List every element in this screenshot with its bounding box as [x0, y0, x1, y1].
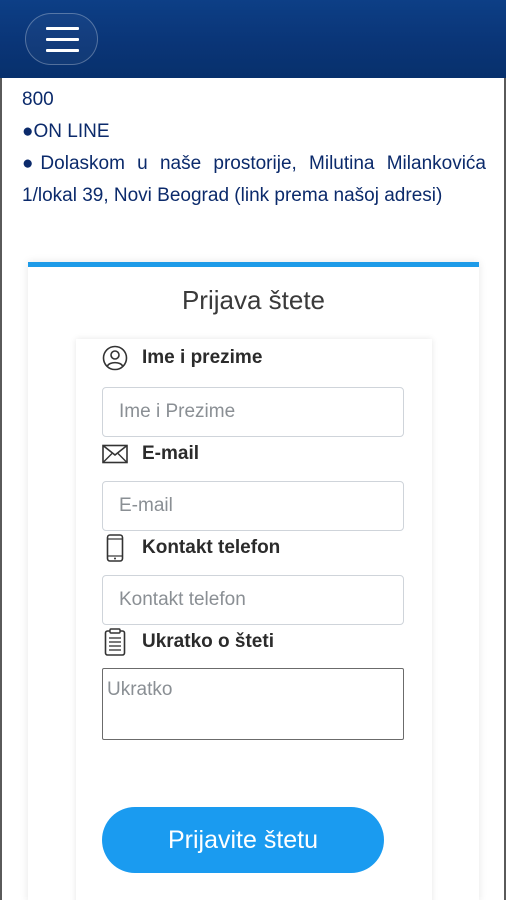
hamburger-menu-icon-bar [46, 49, 79, 52]
description-label-text: Ukratko o šteti [142, 631, 274, 652]
description-textarea[interactable] [102, 668, 404, 740]
name-label: Ime i prezime [102, 343, 262, 373]
email-label: E-mail [102, 439, 199, 469]
phone-input[interactable] [102, 575, 404, 625]
info-line-online: ●ON LINE [22, 121, 110, 142]
email-input[interactable] [102, 481, 404, 531]
form-title: Prijava štete [181, 285, 326, 315]
document-list-icon [102, 628, 128, 656]
user-circle-icon [102, 345, 128, 371]
hamburger-menu-icon [46, 27, 79, 30]
phone-label: Kontakt telefon [102, 533, 280, 563]
phone-label-text: Kontakt telefon [142, 537, 281, 558]
submit-claim-button[interactable]: Prijavite štetu [102, 807, 384, 873]
description-label: Ukratko o šteti [102, 627, 274, 657]
info-line-address: ●Dolaskom u naše prostorije, Milutina Mi… [22, 153, 486, 206]
info-line-phone: 800 [22, 89, 54, 110]
claim-form-card: Prijava štete Ime i prezime Ime i Prezim… [28, 262, 479, 900]
name-input[interactable] [102, 387, 404, 437]
menu-toggle-button[interactable] [25, 13, 98, 65]
name-label-text: Ime i prezime [142, 347, 263, 368]
contact-info-text: 800 ●ON LINE ●Dolaskom u naše prostorije… [22, 84, 486, 212]
mobile-phone-icon [102, 534, 128, 562]
page-border-left [0, 78, 2, 900]
hamburger-menu-icon-bar [46, 38, 79, 41]
top-navigation-bar [0, 0, 506, 78]
email-label-text: E-mail [142, 443, 200, 464]
envelope-icon [102, 441, 128, 467]
